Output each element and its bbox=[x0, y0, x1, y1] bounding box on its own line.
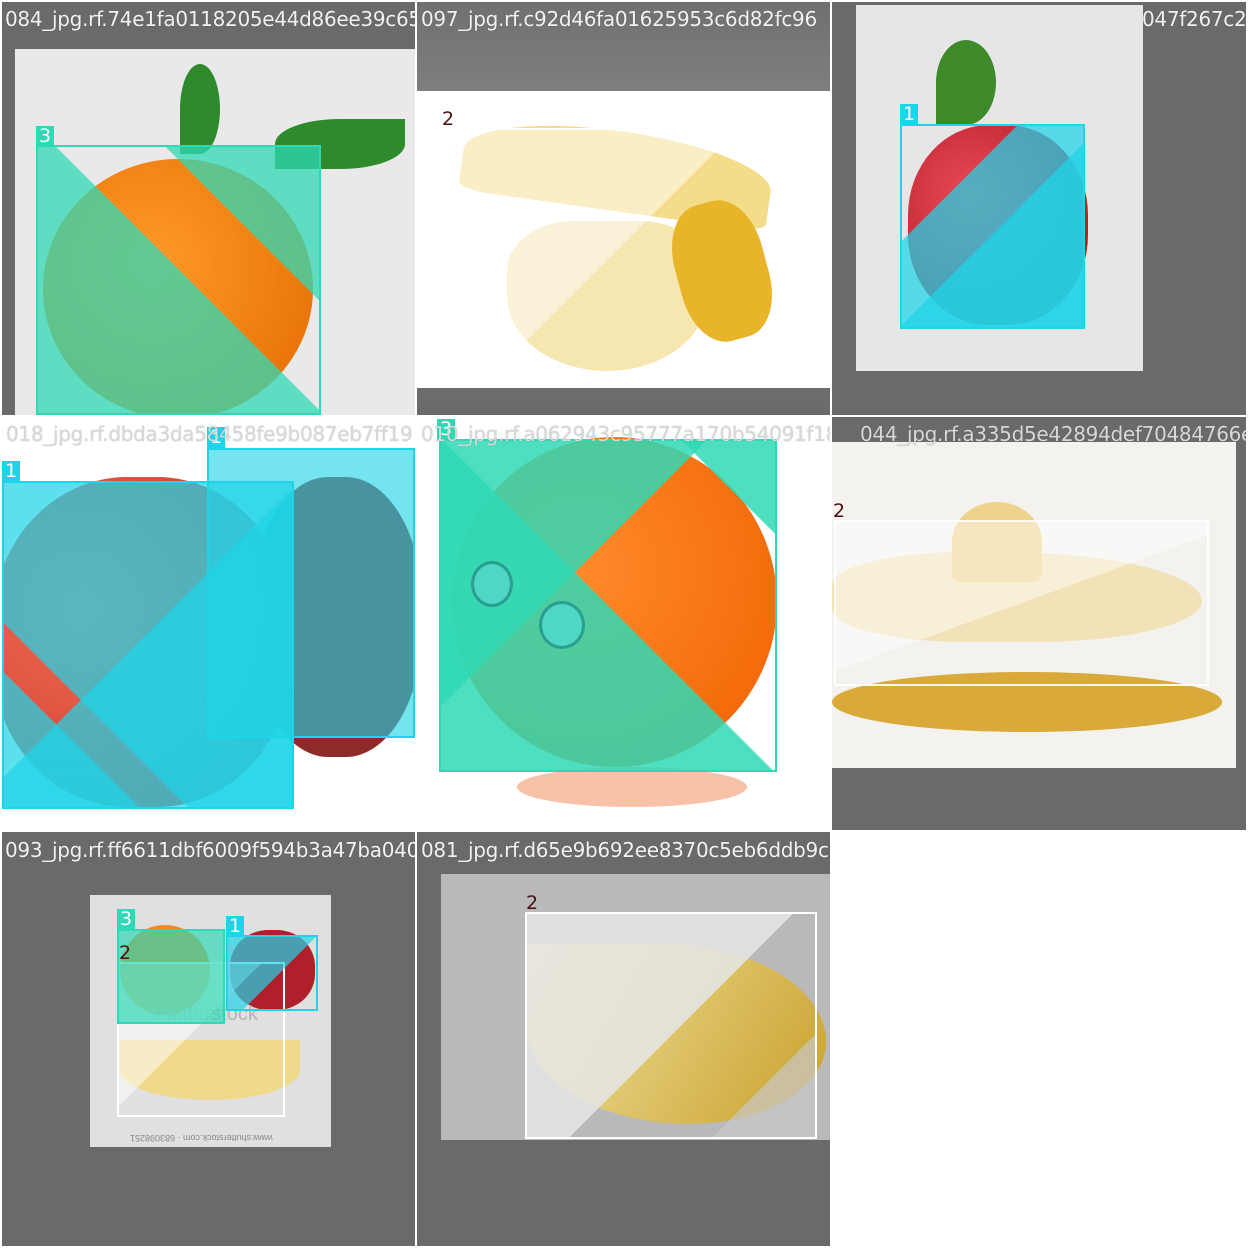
box-label: 1 bbox=[900, 104, 919, 125]
grid-tile-1[interactable]: 3 084_jpg.rf.74e1fa0118205e44d86ee39c656… bbox=[2, 2, 415, 415]
grid-tile-4[interactable]: 1 1 018_jpg.rf.dbda3da58458fe9b087eb7ff1… bbox=[2, 417, 415, 830]
image-filename: 093_jpg.rf.ff6611dbf6009f594b3a47ba0408 bbox=[5, 838, 415, 862]
box-label: 1 bbox=[226, 916, 245, 937]
leaf bbox=[936, 40, 996, 125]
image-filename: 044_jpg.rf.a335d5e42894def70484766e bbox=[860, 422, 1246, 446]
box-fill bbox=[446, 130, 773, 386]
grid-tile-2[interactable]: 2 097_jpg.rf.c92d46fa01625953c6d82fc96 bbox=[417, 2, 830, 415]
image-filename: 097_jpg.rf.c92d46fa01625953c6d82fc96 bbox=[421, 7, 817, 31]
bounding-box-class-2[interactable] bbox=[834, 520, 1209, 686]
bounding-box-class-3[interactable] bbox=[439, 439, 777, 772]
bounding-box-class-3[interactable] bbox=[36, 145, 321, 415]
box-label: 1 bbox=[2, 461, 21, 482]
image-filename: 084_jpg.rf.74e1fa0118205e44d86ee39c6567b bbox=[5, 7, 415, 31]
box-fill bbox=[527, 914, 815, 1137]
bounding-box-class-1[interactable] bbox=[226, 935, 318, 1011]
image-filename: 047f267c2 bbox=[1142, 7, 1246, 31]
bounding-box-class-1[interactable] bbox=[2, 481, 294, 809]
box-fill bbox=[38, 147, 319, 413]
image-filename: 018_jpg.rf.dbda3da58458fe9b087eb7ff19 bbox=[6, 422, 413, 446]
bounding-box-class-2[interactable] bbox=[525, 912, 817, 1139]
box-fill bbox=[119, 931, 223, 1022]
bounding-box-class-2[interactable] bbox=[444, 128, 775, 388]
leaf bbox=[180, 64, 220, 154]
grid-tile-5[interactable]: 3 010_jpg.rf.a062943c95777a170b54091f184 bbox=[417, 417, 830, 830]
grid-tile-3[interactable]: 1 047f267c2 bbox=[832, 2, 1246, 415]
box-label: 2 bbox=[833, 500, 846, 522]
box-label: 2 bbox=[119, 942, 132, 964]
box-fill bbox=[902, 126, 1083, 327]
box-label: 2 bbox=[442, 108, 455, 130]
image-filename: 081_jpg.rf.d65e9b692ee8370c5eb6ddb9c66c3 bbox=[421, 838, 830, 862]
grid-tile-7[interactable]: shutterstock www.shutterstock.com · 6830… bbox=[2, 832, 415, 1246]
box-fill bbox=[228, 937, 316, 1009]
stock-footer: www.shutterstock.com · 683098251 bbox=[130, 1133, 273, 1143]
box-label: 3 bbox=[36, 126, 55, 147]
bounding-box-class-1[interactable] bbox=[900, 124, 1085, 329]
shadow bbox=[517, 767, 747, 807]
eye-icon bbox=[539, 601, 585, 649]
image-filename: 010_jpg.rf.a062943c95777a170b54091f184 bbox=[421, 422, 830, 446]
box-label: 2 bbox=[526, 892, 539, 914]
grid-tile-6[interactable]: 2 044_jpg.rf.a335d5e42894def70484766e bbox=[832, 417, 1246, 830]
box-fill bbox=[4, 483, 292, 807]
eye-icon bbox=[471, 561, 513, 607]
grid-tile-8[interactable]: 2 081_jpg.rf.d65e9b692ee8370c5eb6ddb9c66… bbox=[417, 832, 830, 1246]
box-fill bbox=[836, 522, 1207, 684]
box-label: 3 bbox=[117, 909, 136, 930]
